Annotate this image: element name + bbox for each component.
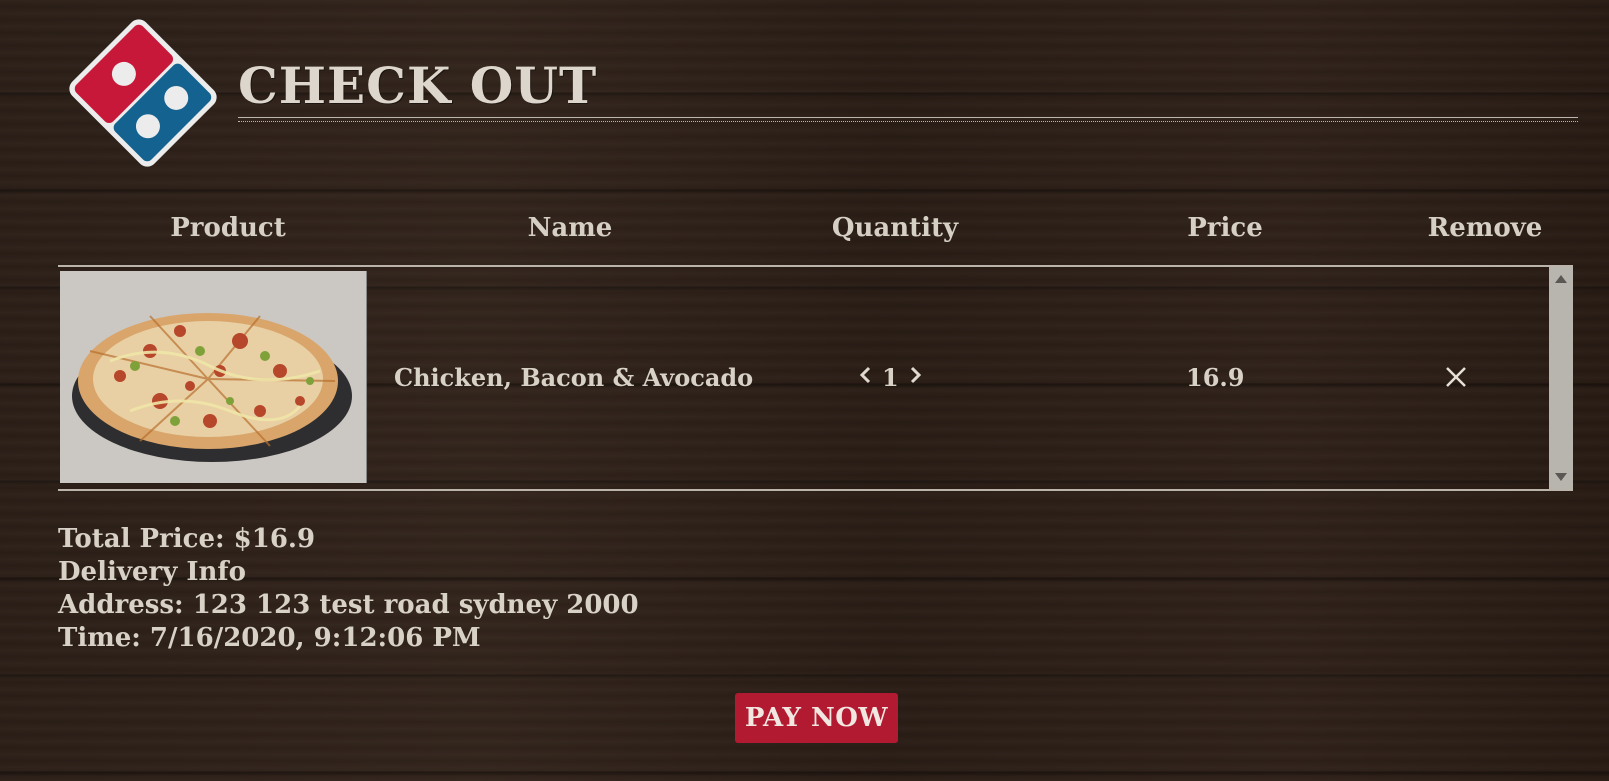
column-header-price: Price <box>1187 213 1263 243</box>
column-header-quantity: Quantity <box>831 213 959 243</box>
remove-item-button[interactable] <box>1443 364 1469 390</box>
cart-table[interactable]: Chicken, Bacon & Avocado 1 16.9 <box>58 265 1573 491</box>
increase-quantity-button[interactable] <box>909 365 923 391</box>
dominos-logo[interactable] <box>69 19 217 167</box>
scroll-down-icon[interactable] <box>1555 473 1567 481</box>
column-header-remove: Remove <box>1427 213 1543 243</box>
scroll-up-icon[interactable] <box>1555 275 1567 283</box>
pay-now-button[interactable]: PAY NOW <box>735 693 898 743</box>
quantity-stepper: 1 <box>858 363 923 392</box>
delivery-time: Time: 7/16/2020, 9:12:06 PM <box>58 623 481 653</box>
delivery-info-heading: Delivery Info <box>58 557 246 587</box>
page-title: CHECK OUT <box>238 56 598 115</box>
table-row: Chicken, Bacon & Avocado 1 16.9 <box>58 267 1548 489</box>
column-header-name: Name <box>527 213 613 243</box>
quantity-value: 1 <box>882 363 899 392</box>
item-price: 16.9 <box>1186 363 1245 392</box>
order-summary: Total Price: $16.9 Delivery Info Address… <box>58 523 639 655</box>
decrease-quantity-button[interactable] <box>858 365 872 391</box>
table-scrollbar[interactable] <box>1549 267 1573 489</box>
title-divider <box>238 117 1578 122</box>
total-price: Total Price: $16.9 <box>58 524 316 554</box>
close-icon <box>1446 367 1466 387</box>
delivery-address: Address: 123 123 test road sydney 2000 <box>58 590 639 620</box>
item-name: Chicken, Bacon & Avocado <box>394 363 754 392</box>
column-header-product: Product <box>170 213 286 243</box>
pizza-image <box>60 271 367 483</box>
